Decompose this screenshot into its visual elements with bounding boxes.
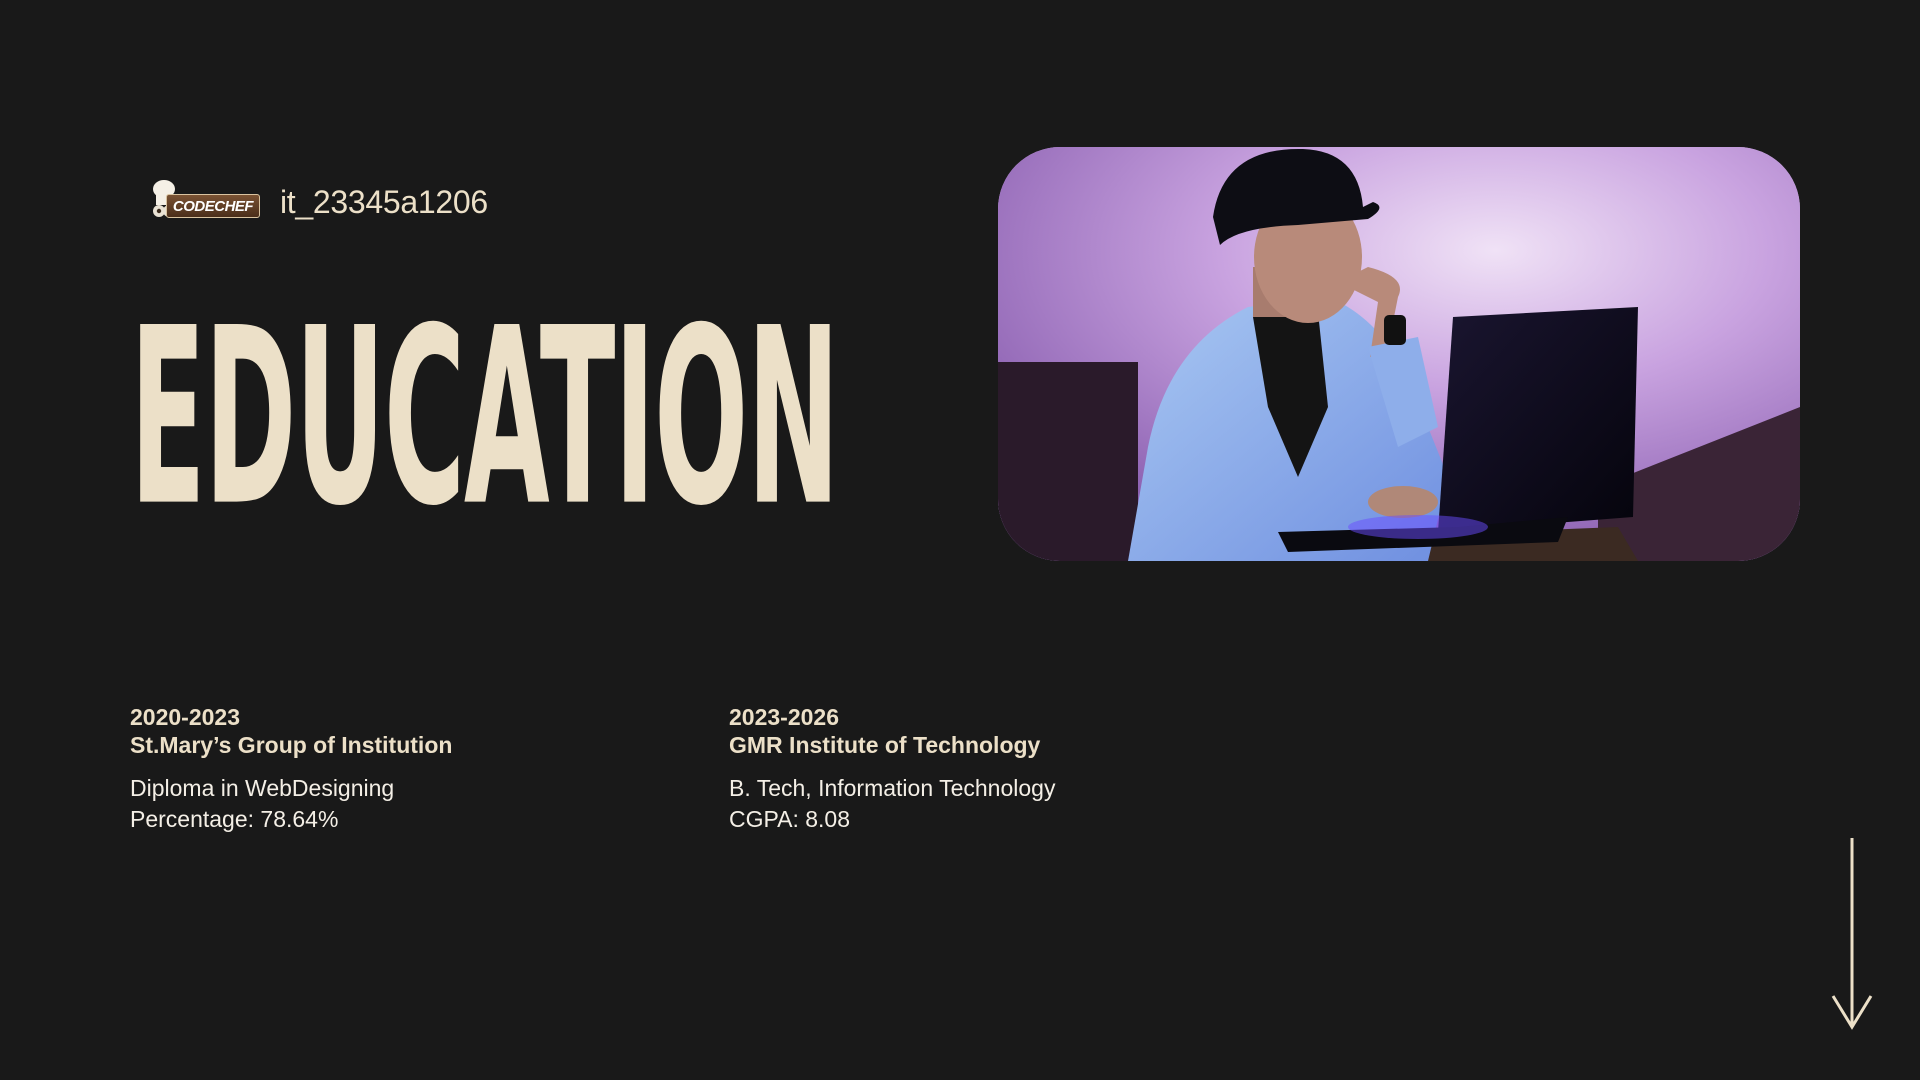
education-score: CGPA: 8.08 bbox=[729, 806, 851, 832]
education-score: Percentage: 78.64% bbox=[130, 806, 339, 832]
education-course: Diploma in WebDesigning bbox=[130, 775, 395, 801]
education-entry-btech: 2023-2026 GMR Institute of Technology B.… bbox=[729, 703, 1289, 835]
education-slide: CODECHEF it_23345a1206 EDUCATION 2020-20… bbox=[0, 0, 1920, 1080]
education-entry-diploma: 2020-2023 St.Mary’s Group of Institution… bbox=[130, 703, 690, 835]
education-years: 2023-2026 bbox=[729, 704, 839, 730]
section-title: EDUCATION bbox=[130, 275, 840, 560]
codechef-username[interactable]: it_23345a1206 bbox=[280, 184, 488, 221]
education-institution: GMR Institute of Technology bbox=[729, 732, 1041, 758]
profile-photo-illustration bbox=[998, 147, 1800, 561]
profile-photo bbox=[998, 147, 1800, 561]
section-title-wrap: EDUCATION bbox=[130, 258, 900, 559]
codechef-handle-row[interactable]: CODECHEF it_23345a1206 bbox=[148, 178, 488, 226]
codechef-wordmark: CODECHEF bbox=[166, 194, 260, 218]
education-years: 2020-2023 bbox=[130, 704, 240, 730]
arrow-down-icon[interactable] bbox=[1830, 836, 1874, 1032]
education-institution: St.Mary’s Group of Institution bbox=[130, 732, 453, 758]
education-course: B. Tech, Information Technology bbox=[729, 775, 1056, 801]
codechef-logo[interactable]: CODECHEF bbox=[148, 179, 262, 225]
codechef-wordmark-text: CODECHEF bbox=[172, 197, 254, 215]
